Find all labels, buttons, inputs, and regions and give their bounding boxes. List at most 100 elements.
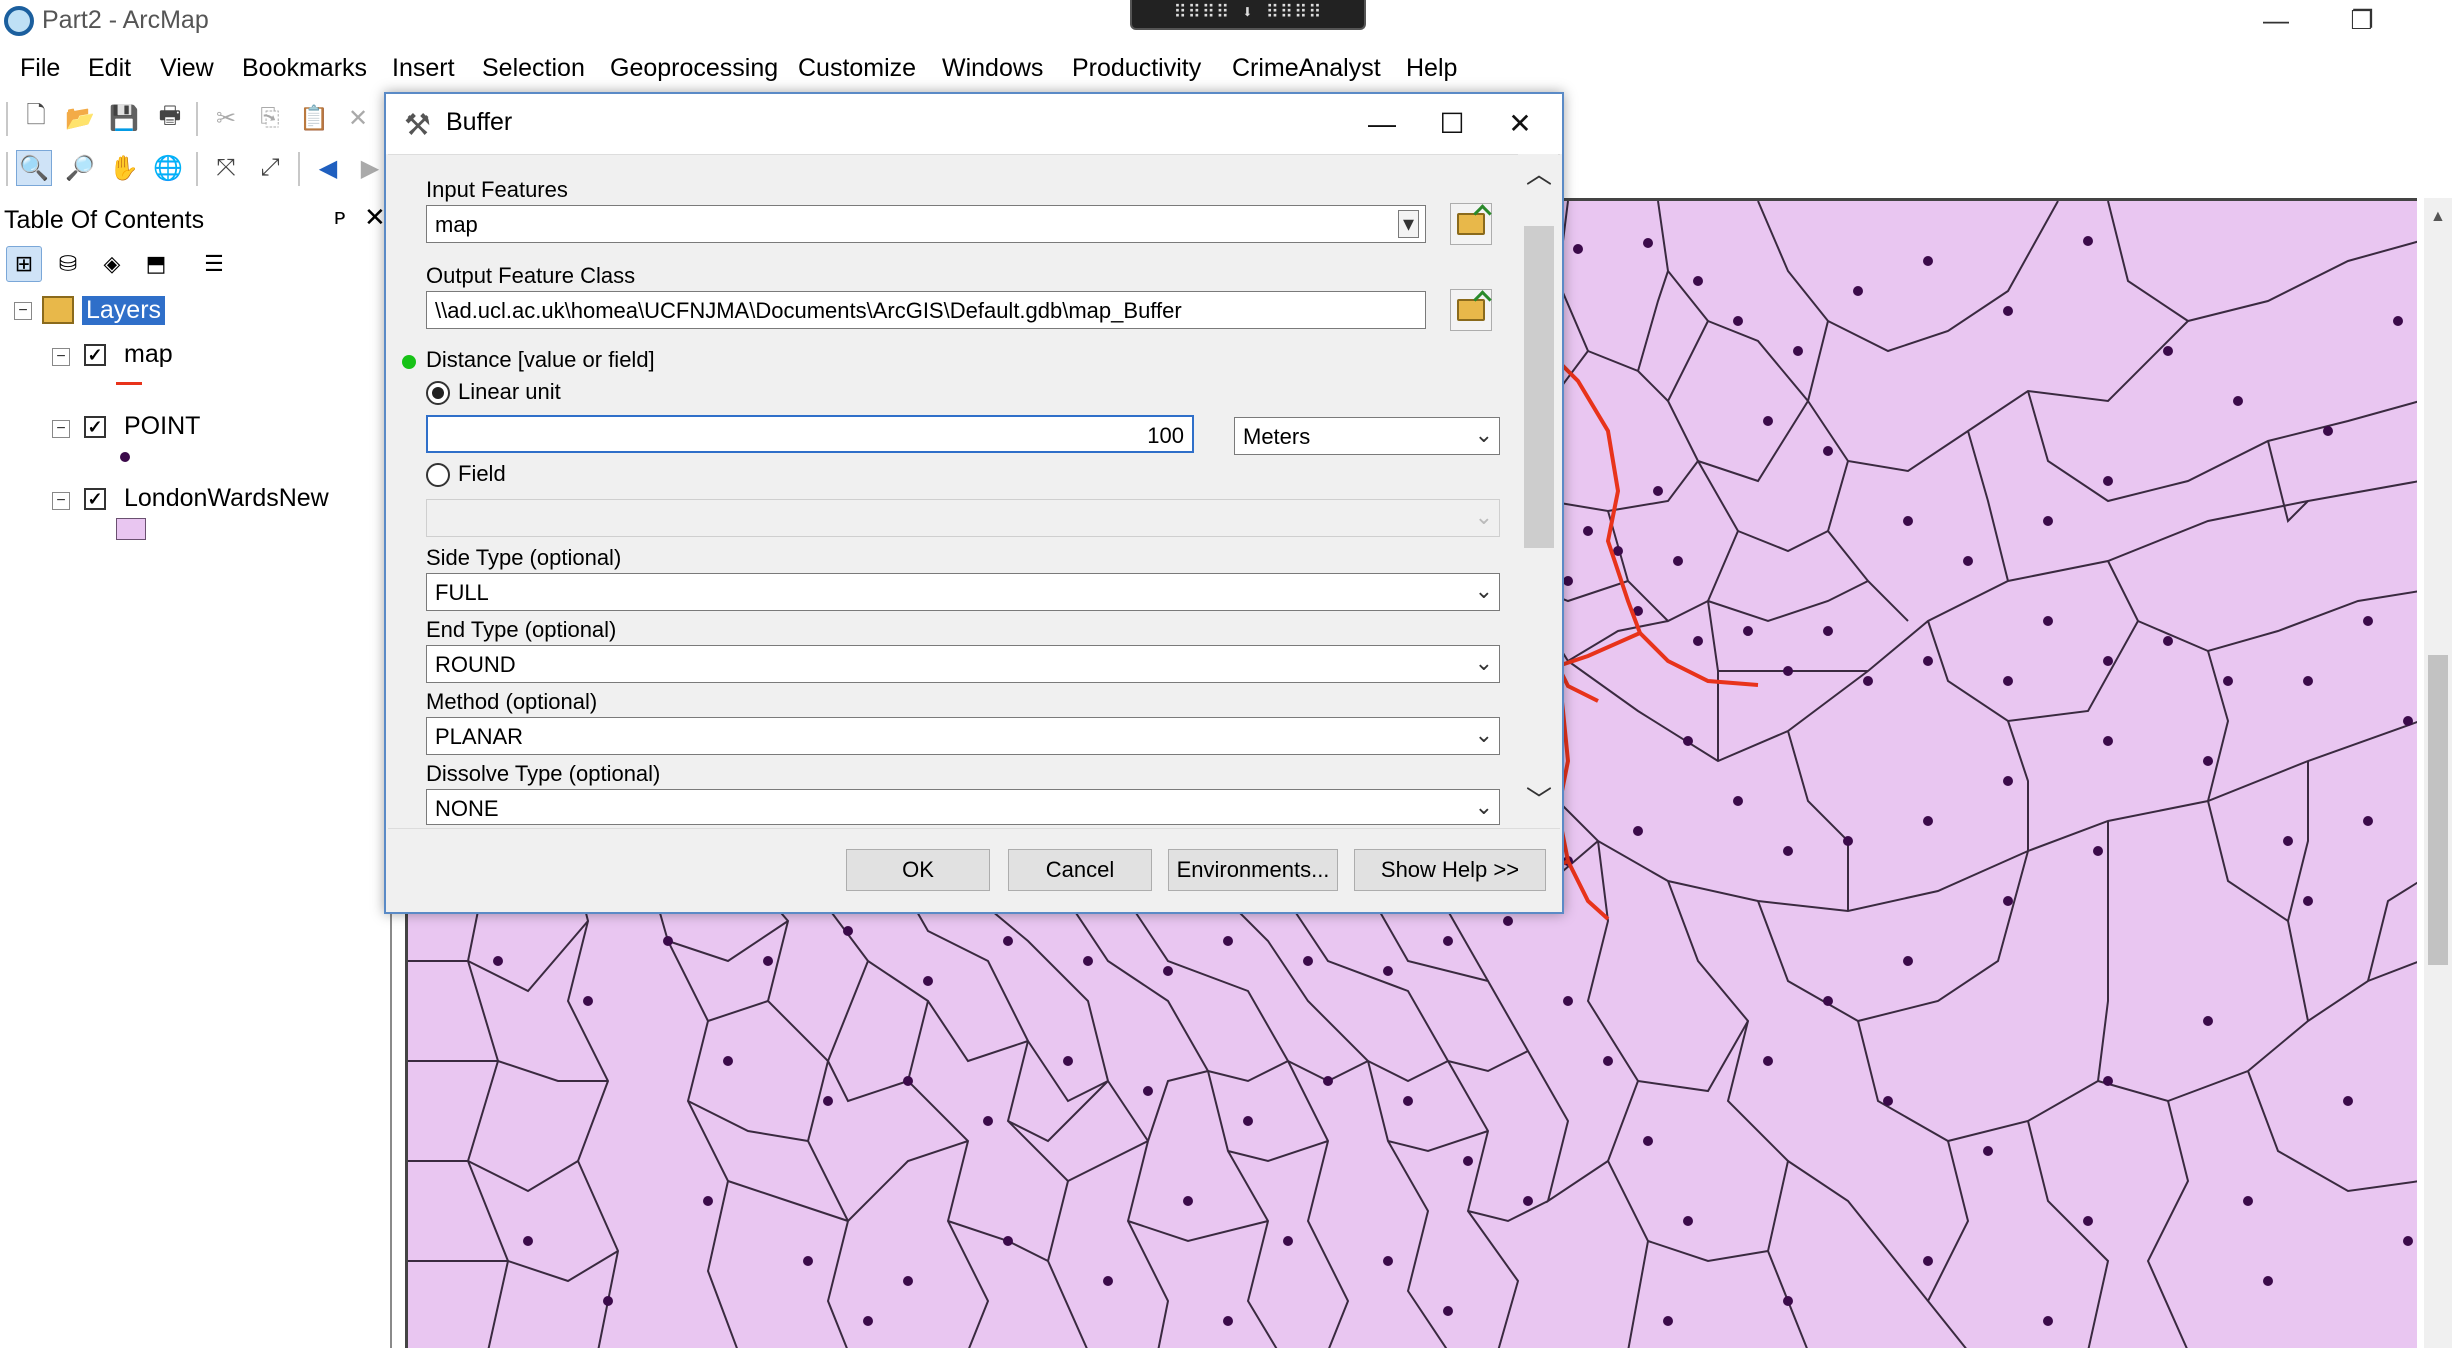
minimize-button[interactable]: — bbox=[2246, 2, 2306, 38]
dialog-scroll-thumb[interactable] bbox=[1524, 226, 1554, 548]
dialog-body: Input Features map ▾ Output Feature Clas… bbox=[388, 154, 1560, 826]
layers-icon bbox=[42, 296, 74, 324]
list-by-source-icon[interactable]: ⛁ bbox=[50, 246, 86, 282]
checkbox-point[interactable]: ✓ bbox=[84, 416, 106, 438]
input-features-value: map bbox=[435, 212, 478, 237]
list-by-drawing-order-icon[interactable]: ⊞ bbox=[6, 246, 42, 282]
scroll-up-icon[interactable]: ▲ bbox=[2430, 208, 2446, 226]
fixed-zoom-out-icon[interactable]: ⤢ bbox=[252, 150, 288, 186]
field-radio[interactable] bbox=[426, 463, 450, 487]
layer-map[interactable]: map bbox=[124, 340, 173, 369]
layer-point[interactable]: POINT bbox=[124, 412, 200, 441]
menu-insert[interactable]: Insert bbox=[392, 54, 455, 83]
menu-selection[interactable]: Selection bbox=[482, 54, 585, 83]
required-indicator-icon bbox=[402, 355, 416, 369]
method-value: PLANAR bbox=[435, 724, 524, 749]
ok-button[interactable]: OK bbox=[846, 849, 990, 891]
output-feature-class-label: Output Feature Class bbox=[426, 263, 636, 288]
table-of-contents: Table Of Contents ᴘ ✕ ⊞ ⛁ ◈ ⬒ ☰ − Layers… bbox=[0, 198, 392, 1348]
menu-help[interactable]: Help bbox=[1406, 54, 1457, 83]
copy-icon[interactable]: ⎘ bbox=[252, 100, 288, 136]
cancel-button[interactable]: Cancel bbox=[1008, 849, 1152, 891]
expander-londonwards[interactable]: − bbox=[52, 492, 70, 510]
distance-unit-value: Meters bbox=[1243, 424, 1311, 449]
expander-point[interactable]: − bbox=[52, 420, 70, 438]
chevron-down-icon: ⌄ bbox=[1474, 578, 1493, 603]
screen-capture-bar[interactable]: ⠿⠿⠿⠿ ⬇ ⠿⠿⠿⠿ bbox=[1130, 0, 1366, 30]
layers-root[interactable]: Layers bbox=[82, 296, 166, 325]
list-by-visibility-icon[interactable]: ◈ bbox=[94, 246, 130, 282]
zoom-in-icon[interactable]: 🔍 bbox=[16, 150, 52, 186]
delete-icon[interactable]: ✕ bbox=[340, 100, 376, 136]
show-help-button[interactable]: Show Help >> bbox=[1354, 849, 1546, 891]
expander-layers[interactable]: − bbox=[14, 302, 32, 320]
chevron-down-icon: ⌄ bbox=[1474, 794, 1493, 819]
dialog-minimize-button[interactable]: — bbox=[1352, 102, 1412, 146]
method-dropdown[interactable]: PLANAR ⌄ bbox=[426, 717, 1500, 755]
dialog-titlebar[interactable]: ⚒ Buffer — ☐ ✕ bbox=[386, 94, 1562, 154]
cut-icon[interactable]: ✂ bbox=[208, 100, 244, 136]
line-symbol bbox=[116, 382, 142, 385]
menu-edit[interactable]: Edit bbox=[88, 54, 131, 83]
restore-button[interactable]: ❐ bbox=[2332, 2, 2392, 38]
field-label: Field bbox=[458, 461, 506, 486]
fixed-zoom-in-icon[interactable]: ⤧ bbox=[208, 150, 244, 186]
open-icon[interactable]: 📂 bbox=[62, 100, 98, 136]
options-icon[interactable]: ☰ bbox=[196, 246, 232, 282]
distance-value-input[interactable]: 100 bbox=[426, 415, 1194, 453]
pan-icon[interactable]: ✋ bbox=[106, 150, 142, 186]
chevron-down-icon[interactable]: ▾ bbox=[1397, 210, 1419, 238]
toc-close-icon[interactable]: ✕ bbox=[364, 202, 386, 233]
environments-button[interactable]: Environments... bbox=[1168, 849, 1338, 891]
pin-icon[interactable]: ᴘ bbox=[334, 204, 345, 230]
linear-unit-radio[interactable] bbox=[426, 381, 450, 405]
scroll-down-chevron-icon[interactable]: ﹀ bbox=[1526, 780, 1552, 817]
distance-unit-dropdown[interactable]: Meters ⌄ bbox=[1234, 417, 1500, 455]
window-title: Part2 - ArcMap bbox=[42, 6, 209, 34]
menu-windows[interactable]: Windows bbox=[942, 54, 1043, 83]
save-icon[interactable]: 💾 bbox=[106, 100, 142, 136]
method-label: Method (optional) bbox=[426, 689, 598, 714]
chevron-down-icon: ⌄ bbox=[1474, 650, 1493, 675]
layer-londonwardsnew[interactable]: LondonWardsNew bbox=[124, 484, 329, 513]
menu-crimeanalyst[interactable]: CrimeAnalyst bbox=[1232, 54, 1381, 83]
new-document-icon[interactable]: 🗋 bbox=[18, 100, 54, 136]
point-symbol bbox=[120, 452, 130, 462]
back-icon[interactable]: ◀ bbox=[310, 150, 346, 186]
dialog-footer: OK Cancel Environments... Show Help >> bbox=[388, 828, 1560, 912]
dissolve-type-dropdown[interactable]: NONE ⌄ bbox=[426, 789, 1500, 825]
forward-icon[interactable]: ▶ bbox=[352, 150, 388, 186]
dissolve-type-label: Dissolve Type (optional) bbox=[426, 761, 661, 786]
checkbox-londonwards[interactable]: ✓ bbox=[84, 488, 106, 510]
output-feature-class-input[interactable]: \\ad.ucl.ac.uk\homea\UCFNJMA\Documents\A… bbox=[426, 291, 1426, 329]
chevron-down-icon: ⌄ bbox=[1474, 722, 1493, 747]
side-type-dropdown[interactable]: FULL ⌄ bbox=[426, 573, 1500, 611]
side-type-label: Side Type (optional) bbox=[426, 545, 622, 570]
expander-map[interactable]: − bbox=[52, 348, 70, 366]
input-features-dropdown[interactable]: map ▾ bbox=[426, 205, 1426, 243]
menu-customize[interactable]: Customize bbox=[798, 54, 916, 83]
field-dropdown: ⌄ bbox=[426, 499, 1500, 537]
map-scroll-thumb[interactable] bbox=[2428, 655, 2448, 965]
menu-view[interactable]: View bbox=[160, 54, 214, 83]
input-browse-button[interactable] bbox=[1450, 203, 1492, 245]
dialog-close-button[interactable]: ✕ bbox=[1490, 102, 1550, 146]
paste-icon[interactable]: 📋 bbox=[296, 100, 332, 136]
hammer-icon: ⚒ bbox=[404, 109, 431, 142]
menu-bar: File Edit View Bookmarks Insert Selectio… bbox=[0, 50, 1560, 90]
end-type-dropdown[interactable]: ROUND ⌄ bbox=[426, 645, 1500, 683]
menu-productivity[interactable]: Productivity bbox=[1072, 54, 1201, 83]
dialog-maximize-button[interactable]: ☐ bbox=[1422, 102, 1482, 146]
checkbox-map[interactable]: ✓ bbox=[84, 344, 106, 366]
full-extent-icon[interactable]: 🌐 bbox=[150, 150, 186, 186]
output-browse-button[interactable] bbox=[1450, 289, 1492, 331]
print-icon[interactable]: 🖶 bbox=[152, 100, 188, 136]
menu-file[interactable]: File bbox=[20, 54, 60, 83]
zoom-out-icon[interactable]: 🔎 bbox=[62, 150, 98, 186]
title-bar: Part2 - ArcMap ⠿⠿⠿⠿ ⬇ ⠿⠿⠿⠿ — ❐ bbox=[0, 0, 2452, 44]
menu-bookmarks[interactable]: Bookmarks bbox=[242, 54, 367, 83]
open-folder-icon bbox=[1457, 299, 1485, 321]
list-by-selection-icon[interactable]: ⬒ bbox=[138, 246, 174, 282]
scroll-up-chevron-icon[interactable]: ︿ bbox=[1526, 154, 1552, 191]
menu-geoprocessing[interactable]: Geoprocessing bbox=[610, 54, 778, 83]
